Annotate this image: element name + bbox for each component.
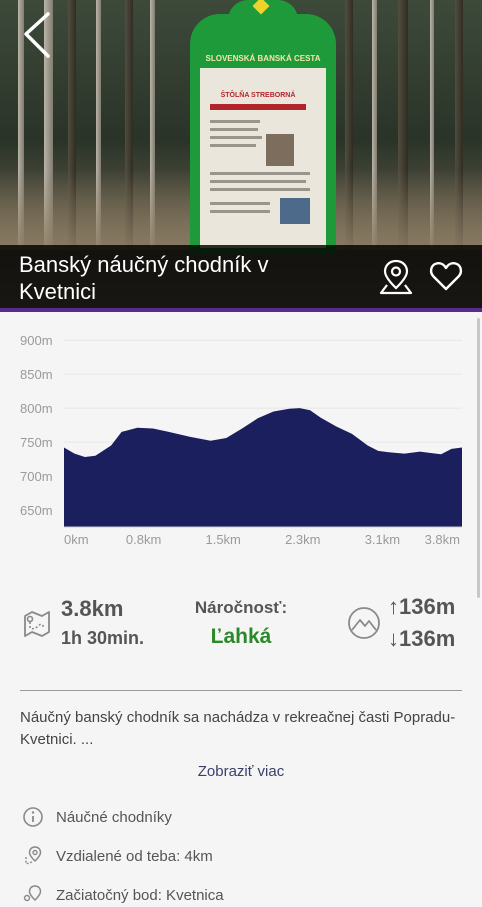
category-text: Náučné chodníky [56, 808, 172, 826]
y-tick-label: 800m [20, 401, 53, 416]
start-point-text: Začiatočný bod: Kvetnica [56, 886, 224, 904]
y-tick-label: 850m [20, 367, 53, 382]
description-text: Náučný banský chodník sa nachádza v rekr… [20, 709, 456, 748]
ascent-value: ↑136m [388, 594, 456, 619]
duration-value: 1h 30min. [61, 628, 145, 648]
elevation-area [64, 408, 462, 527]
y-tick-label: 750m [20, 435, 53, 450]
sign-subheading: ŠTÔLŇA STREBORNÁ [220, 92, 296, 99]
sign-panel: ŠTÔLŇA STREBORNÁ [200, 68, 326, 248]
info-distance: Vzdialené od teba: 4km [22, 844, 213, 868]
info-start: Začiatočný bod: Kvetnica [22, 883, 224, 907]
x-tick-label: 0km [64, 532, 89, 547]
distance-from-you-text: Vzdialené od teba: 4km [56, 847, 213, 865]
distance-value: 3.8km [61, 596, 124, 621]
section-divider [20, 690, 462, 691]
back-icon[interactable] [22, 12, 70, 60]
difficulty-value: Ľahká [210, 625, 272, 648]
x-tick-label: 2.3km [285, 532, 320, 547]
elevation-chart: 900m 850m 800m 750m 700m 650m 0km 0.8km 1.5km 2.3… [20, 333, 462, 547]
y-tick-label: 650m [20, 503, 53, 518]
heart-icon[interactable] [428, 258, 464, 294]
x-tick-label: 1.5km [205, 532, 240, 547]
y-tick-label: 700m [20, 469, 53, 484]
info-category: Náučné chodníky [22, 805, 172, 829]
x-tick-label: 3.8km [425, 532, 460, 547]
x-tick-label: 0.8km [126, 532, 161, 547]
show-more-link[interactable]: Zobraziť viac [0, 763, 482, 780]
y-tick-label: 900m [20, 333, 53, 348]
info-icon [23, 807, 43, 827]
descent-value: ↓136m [388, 626, 456, 651]
start-point-icon [23, 885, 42, 902]
difficulty-label: Náročnosť: [194, 598, 288, 617]
page-title: Banský náučný chodník v Kvetnici [19, 252, 269, 304]
sign-heading: SLOVENSKÁ BANSKÁ CESTA [205, 54, 321, 63]
route-map-icon [24, 611, 50, 637]
map-pin-icon[interactable] [378, 258, 414, 296]
location-pin-icon [25, 846, 42, 865]
mountain-icon [348, 607, 380, 639]
x-tick-label: 3.1km [365, 532, 400, 547]
